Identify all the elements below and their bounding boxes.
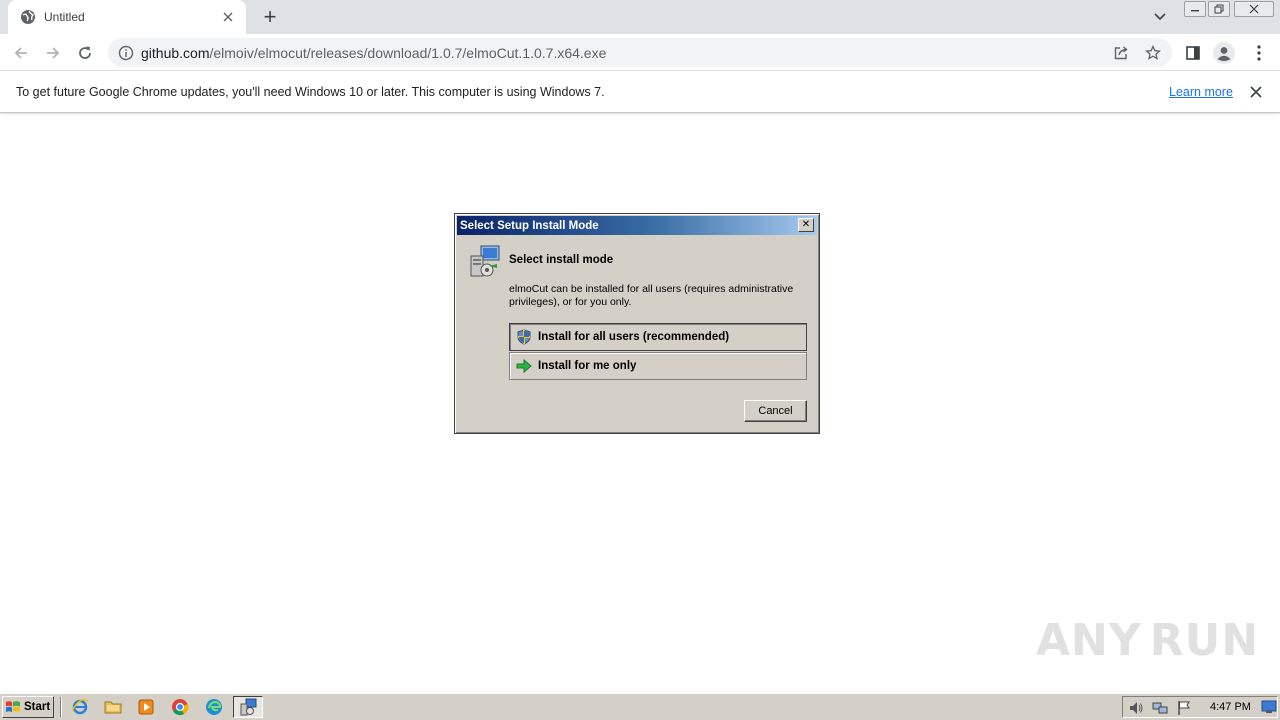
dialog-close-button[interactable]: ✕	[798, 218, 814, 232]
system-tray: 4:47 PM	[1122, 696, 1278, 718]
browser-tab[interactable]: Untitled	[8, 0, 246, 34]
update-infobar: To get future Google Chrome updates, you…	[0, 71, 1280, 113]
install-me-only-button[interactable]: Install for me only	[509, 352, 807, 380]
taskbar-clock: 4:47 PM	[1210, 701, 1251, 713]
reload-icon[interactable]	[74, 42, 96, 64]
install-all-users-label: Install for all users (recommended)	[538, 331, 730, 343]
url-text: github.com/elmoiv/elmocut/releases/downl…	[141, 45, 606, 61]
install-me-only-label: Install for me only	[538, 360, 637, 372]
start-button[interactable]: Start	[2, 696, 54, 718]
new-tab-button[interactable]: +	[258, 6, 282, 28]
chrome-icon[interactable]	[170, 698, 190, 716]
uac-shield-icon	[516, 329, 532, 345]
learn-more-link[interactable]: Learn more	[1169, 85, 1233, 99]
edge-icon[interactable]	[204, 698, 224, 716]
minimize-window-icon[interactable]	[1184, 1, 1206, 17]
setup-computer-icon	[467, 244, 501, 278]
dialog-heading: Select install mode	[509, 254, 614, 266]
close-tab-icon[interactable]	[220, 9, 236, 25]
tab-title: Untitled	[44, 10, 85, 24]
start-label: Start	[24, 701, 51, 713]
green-arrow-icon	[516, 358, 532, 374]
internet-explorer-icon[interactable]	[70, 698, 90, 716]
watermark-text-right: RUN	[1149, 614, 1260, 666]
dialog-title-bar[interactable]: Select Setup Install Mode ✕	[457, 216, 817, 235]
infobar-close-icon[interactable]	[1247, 83, 1265, 101]
profile-avatar-icon[interactable]	[1213, 42, 1235, 64]
back-arrow-icon[interactable]	[10, 42, 32, 64]
show-desktop-icon[interactable]	[1261, 700, 1277, 714]
dialog-title: Select Setup Install Mode	[460, 219, 599, 232]
address-bar[interactable]: github.com/elmoiv/elmocut/releases/downl…	[108, 38, 1172, 67]
site-info-icon[interactable]	[118, 45, 134, 61]
setup-taskbar-button[interactable]	[233, 696, 263, 718]
browser-toolbar: github.com/elmoiv/elmocut/releases/downl…	[0, 34, 1280, 71]
setup-install-mode-dialog: Select Setup Install Mode ✕ Select insta…	[454, 213, 820, 434]
file-explorer-icon[interactable]	[103, 698, 123, 716]
network-icon[interactable]	[1152, 700, 1168, 716]
windows-taskbar: Start 4:47 PM	[0, 692, 1280, 720]
dialog-description: elmoCut can be installed for all users (…	[509, 283, 794, 308]
bookmark-star-icon[interactable]	[1144, 44, 1162, 62]
share-icon[interactable]	[1112, 44, 1130, 62]
taskbar-separator	[60, 697, 62, 717]
more-menu-icon[interactable]	[1248, 42, 1270, 64]
forward-arrow-icon[interactable]	[42, 42, 64, 64]
anyrun-watermark: ANY RUN	[1036, 608, 1258, 672]
tab-search-chevron-down-icon[interactable]	[1150, 8, 1170, 26]
install-all-users-button[interactable]: Install for all users (recommended)	[509, 323, 807, 351]
windows-flag-icon	[6, 701, 20, 712]
globe-icon	[20, 9, 36, 25]
tab-strip: Untitled +	[0, 0, 1280, 34]
infobar-message: To get future Google Chrome updates, you…	[16, 84, 605, 99]
volume-icon[interactable]	[1128, 700, 1144, 716]
restore-window-icon[interactable]	[1208, 1, 1230, 17]
watermark-text-left: ANY	[1036, 614, 1142, 666]
cancel-button[interactable]: Cancel	[744, 400, 807, 422]
setup-small-icon	[240, 698, 257, 716]
action-center-flag-icon[interactable]	[1176, 700, 1192, 716]
side-panel-icon[interactable]	[1182, 42, 1204, 64]
url-path: /elmoiv/elmocut/releases/download/1.0.7/…	[209, 44, 607, 61]
url-host: github.com	[141, 44, 210, 61]
close-window-icon[interactable]	[1234, 1, 1274, 17]
media-player-icon[interactable]	[136, 698, 156, 716]
